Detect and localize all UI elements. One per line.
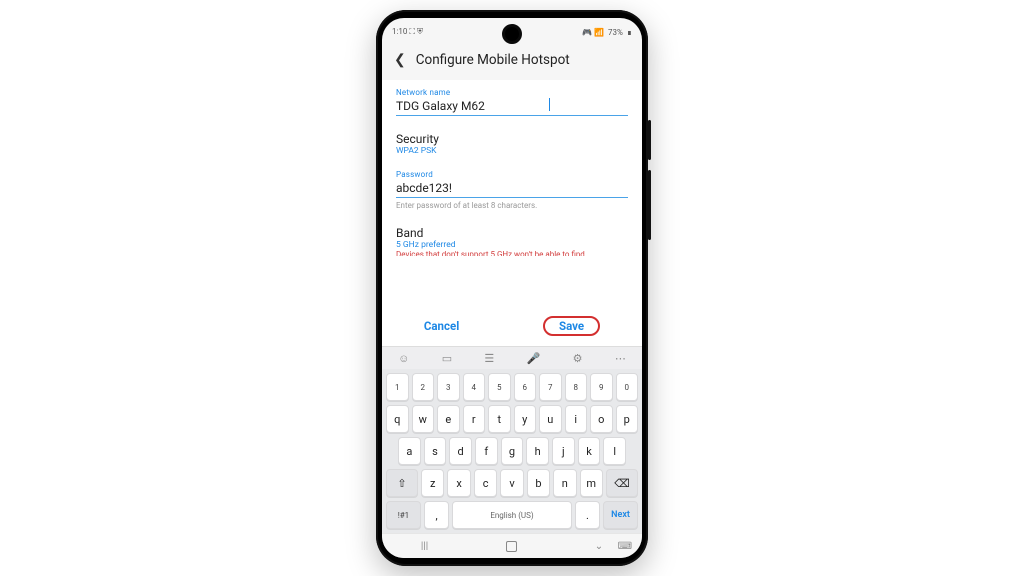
security-section[interactable]: Security WPA2 PSK (396, 122, 628, 162)
key-j[interactable]: j (552, 437, 575, 465)
status-left: 1:10 ⛶ ⛨ (392, 27, 423, 37)
power-button (648, 120, 651, 160)
network-name-input[interactable]: TDG Galaxy M62 (396, 97, 628, 116)
comma-key[interactable]: , (424, 501, 449, 529)
key-row-5: !#1 , English (US) . Next (386, 501, 638, 529)
form-content: Network name TDG Galaxy M62 Security WPA… (382, 80, 642, 308)
key-9[interactable]: 9 (590, 373, 613, 401)
key-row-4: ⇧ z x c v b n m ⌫ (386, 469, 638, 497)
key-s[interactable]: s (424, 437, 447, 465)
key-0[interactable]: 0 (616, 373, 639, 401)
key-z[interactable]: z (421, 469, 444, 497)
key-k[interactable]: k (578, 437, 601, 465)
security-label: Security (396, 130, 628, 146)
band-value: 5 GHz preferred (396, 240, 628, 250)
key-h[interactable]: h (526, 437, 549, 465)
cancel-button[interactable]: Cancel (424, 319, 459, 333)
home-button[interactable] (506, 541, 517, 552)
key-6[interactable]: 6 (514, 373, 537, 401)
key-a[interactable]: a (398, 437, 421, 465)
emoji-icon[interactable]: ☺ (398, 352, 409, 365)
key-v[interactable]: v (500, 469, 523, 497)
key-m[interactable]: m (580, 469, 603, 497)
band-label: Band (396, 224, 628, 240)
shift-key[interactable]: ⇧ (386, 469, 418, 497)
key-4[interactable]: 4 (463, 373, 486, 401)
next-key[interactable]: Next (603, 501, 638, 529)
key-l[interactable]: l (603, 437, 626, 465)
password-label: Password (396, 170, 628, 179)
recents-button[interactable]: ||| (421, 541, 428, 552)
key-1[interactable]: 1 (386, 373, 409, 401)
key-e[interactable]: e (437, 405, 460, 433)
page-header: ❮ Configure Mobile Hotspot (382, 42, 642, 80)
password-input[interactable]: abcde123! (396, 179, 628, 198)
volume-button (648, 170, 651, 240)
key-7[interactable]: 7 (539, 373, 562, 401)
key-i[interactable]: i (565, 405, 588, 433)
key-p[interactable]: p (616, 405, 639, 433)
key-w[interactable]: w (412, 405, 435, 433)
band-section[interactable]: Band 5 GHz preferred Devices that don't … (396, 216, 628, 262)
key-g[interactable]: g (501, 437, 524, 465)
clipboard-icon[interactable]: ☰ (484, 352, 494, 365)
keyboard-toolbar: ☺ ▭ ☰ 🎤 ⚙ ⋯ (382, 346, 642, 369)
save-highlight: Save (543, 316, 600, 336)
keyboard-hide-icon[interactable]: ⌨ (618, 541, 632, 552)
key-o[interactable]: o (590, 405, 613, 433)
keyboard: 1 2 3 4 5 6 7 8 9 0 q w e r t y u i o (382, 369, 642, 533)
key-row-3: a s d f g h j k l (386, 437, 638, 465)
save-button[interactable]: Save (559, 319, 584, 333)
key-f[interactable]: f (475, 437, 498, 465)
key-row-2: q w e r t y u i o p (386, 405, 638, 433)
page-title: Configure Mobile Hotspot (416, 52, 570, 68)
security-value: WPA2 PSK (396, 146, 628, 156)
key-b[interactable]: b (527, 469, 550, 497)
key-d[interactable]: d (449, 437, 472, 465)
key-x[interactable]: x (447, 469, 470, 497)
back-button[interactable]: ⌄ (595, 541, 603, 552)
navigation-bar: ||| ⌄ ⌨ (382, 533, 642, 558)
mic-icon[interactable]: 🎤 (527, 352, 541, 365)
band-warning: Devices that don't support 5 GHz won't b… (396, 250, 628, 256)
settings-icon[interactable]: ⚙ (573, 352, 583, 365)
network-name-label: Network name (396, 88, 628, 97)
action-bar: Cancel Save (382, 308, 642, 346)
backspace-key[interactable]: ⌫ (606, 469, 638, 497)
back-icon[interactable]: ❮ (394, 53, 406, 67)
password-hint: Enter password of at least 8 characters. (396, 201, 628, 210)
space-key[interactable]: English (US) (452, 501, 571, 529)
password-section[interactable]: Password abcde123! Enter password of at … (396, 162, 628, 216)
key-row-1: 1 2 3 4 5 6 7 8 9 0 (386, 373, 638, 401)
key-y[interactable]: y (514, 405, 537, 433)
key-c[interactable]: c (474, 469, 497, 497)
key-3[interactable]: 3 (437, 373, 460, 401)
key-5[interactable]: 5 (488, 373, 511, 401)
symbols-key[interactable]: !#1 (386, 501, 421, 529)
camera-notch (502, 24, 522, 44)
key-u[interactable]: u (539, 405, 562, 433)
phone-frame: 1:10 ⛶ ⛨ 🎮 📶73%∎ ❮ Configure Mobile Hots… (376, 10, 648, 566)
more-icon[interactable]: ⋯ (615, 352, 626, 365)
sticker-icon[interactable]: ▭ (442, 352, 452, 365)
period-key[interactable]: . (575, 501, 600, 529)
key-q[interactable]: q (386, 405, 409, 433)
screen: 1:10 ⛶ ⛨ 🎮 📶73%∎ ❮ Configure Mobile Hots… (382, 18, 642, 558)
key-t[interactable]: t (488, 405, 511, 433)
key-r[interactable]: r (463, 405, 486, 433)
status-right: 🎮 📶73%∎ (582, 28, 632, 37)
network-name-section[interactable]: Network name TDG Galaxy M62 (396, 80, 628, 122)
key-8[interactable]: 8 (565, 373, 588, 401)
key-2[interactable]: 2 (412, 373, 435, 401)
key-n[interactable]: n (553, 469, 576, 497)
